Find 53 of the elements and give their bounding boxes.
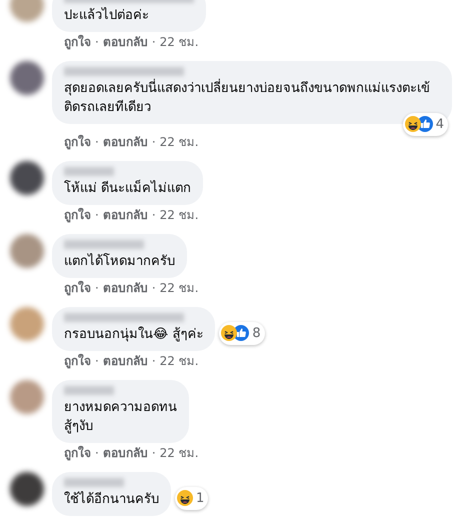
timestamp[interactable]: 22 ชม. xyxy=(160,445,199,461)
separator-dot: · xyxy=(152,34,156,50)
like-link[interactable]: ถูกใจ xyxy=(64,445,91,461)
reply-link[interactable]: ตอบกลับ xyxy=(102,353,148,369)
reaction-count: 8 xyxy=(252,324,261,342)
laughing-face-icon xyxy=(221,325,238,342)
separator-dot: · xyxy=(95,445,99,461)
like-link[interactable]: ถูกใจ xyxy=(64,134,91,150)
comment-text: ปะแล้วไปต่อค่ะ xyxy=(64,6,150,25)
separator-dot: · xyxy=(95,280,99,296)
avatar[interactable] xyxy=(10,161,44,195)
thumbs-up-icon xyxy=(416,116,433,132)
comment-text: กรอบนอกนุ่มใน😂 สู้ๆค่ะ xyxy=(64,326,204,344)
reaction-badge[interactable]: 1 xyxy=(175,486,208,510)
blurred-name-drawing xyxy=(64,478,124,487)
laughing-face-icon xyxy=(404,116,421,132)
separator-dot: · xyxy=(95,34,99,50)
reply-link[interactable]: ตอบกลับ xyxy=(102,207,148,223)
avatar[interactable] xyxy=(10,61,44,95)
reaction-count: 4 xyxy=(436,116,444,134)
reply-link[interactable]: ตอบกลับ xyxy=(102,445,148,461)
like-link[interactable]: ถูกใจ xyxy=(64,207,91,223)
reply-link[interactable]: ตอบกลับ xyxy=(102,34,148,50)
separator-dot: · xyxy=(152,280,156,296)
timestamp[interactable]: 22 ชม. xyxy=(160,353,199,369)
reply-link[interactable]: ตอบกลับ xyxy=(102,280,148,296)
separator-dot: · xyxy=(152,445,156,461)
blurred-name-drawing xyxy=(64,386,114,395)
separator-dot: · xyxy=(152,207,156,223)
timestamp[interactable]: 22 ชม. xyxy=(160,34,199,50)
timestamp[interactable]: 22 ชม. xyxy=(160,280,199,296)
like-link[interactable]: ถูกใจ xyxy=(64,353,91,369)
comment-text: แตกได้โหดมากครับ xyxy=(64,252,175,271)
comment-text: ใช้ได้อีกนานครับ xyxy=(64,490,159,509)
separator-dot: · xyxy=(95,207,99,223)
avatar[interactable] xyxy=(10,472,44,506)
separator-dot: · xyxy=(95,134,99,150)
separator-dot: · xyxy=(95,353,99,369)
like-link[interactable]: ถูกใจ xyxy=(64,34,91,50)
comment-text: โห้แม่ ดีนะแม็คไม่แตก xyxy=(64,179,192,198)
thumbs-up-icon xyxy=(233,325,250,342)
separator-dot: · xyxy=(152,134,156,150)
reaction-badge[interactable]: 8 xyxy=(219,322,265,345)
laughing-face-icon xyxy=(177,490,193,506)
timestamp[interactable]: 22 ชม. xyxy=(160,134,199,150)
reply-link[interactable]: ตอบกลับ xyxy=(102,134,148,150)
reaction-badge[interactable]: 4 xyxy=(402,112,448,136)
reaction-count: 1 xyxy=(196,490,204,508)
blurred-name-drawing xyxy=(64,167,114,176)
comment-text: ยางหมดความอดทน สู้ๆงับ xyxy=(64,399,177,436)
timestamp[interactable]: 22 ชม. xyxy=(160,207,199,223)
separator-dot: · xyxy=(152,353,156,369)
like-link[interactable]: ถูกใจ xyxy=(64,280,91,296)
